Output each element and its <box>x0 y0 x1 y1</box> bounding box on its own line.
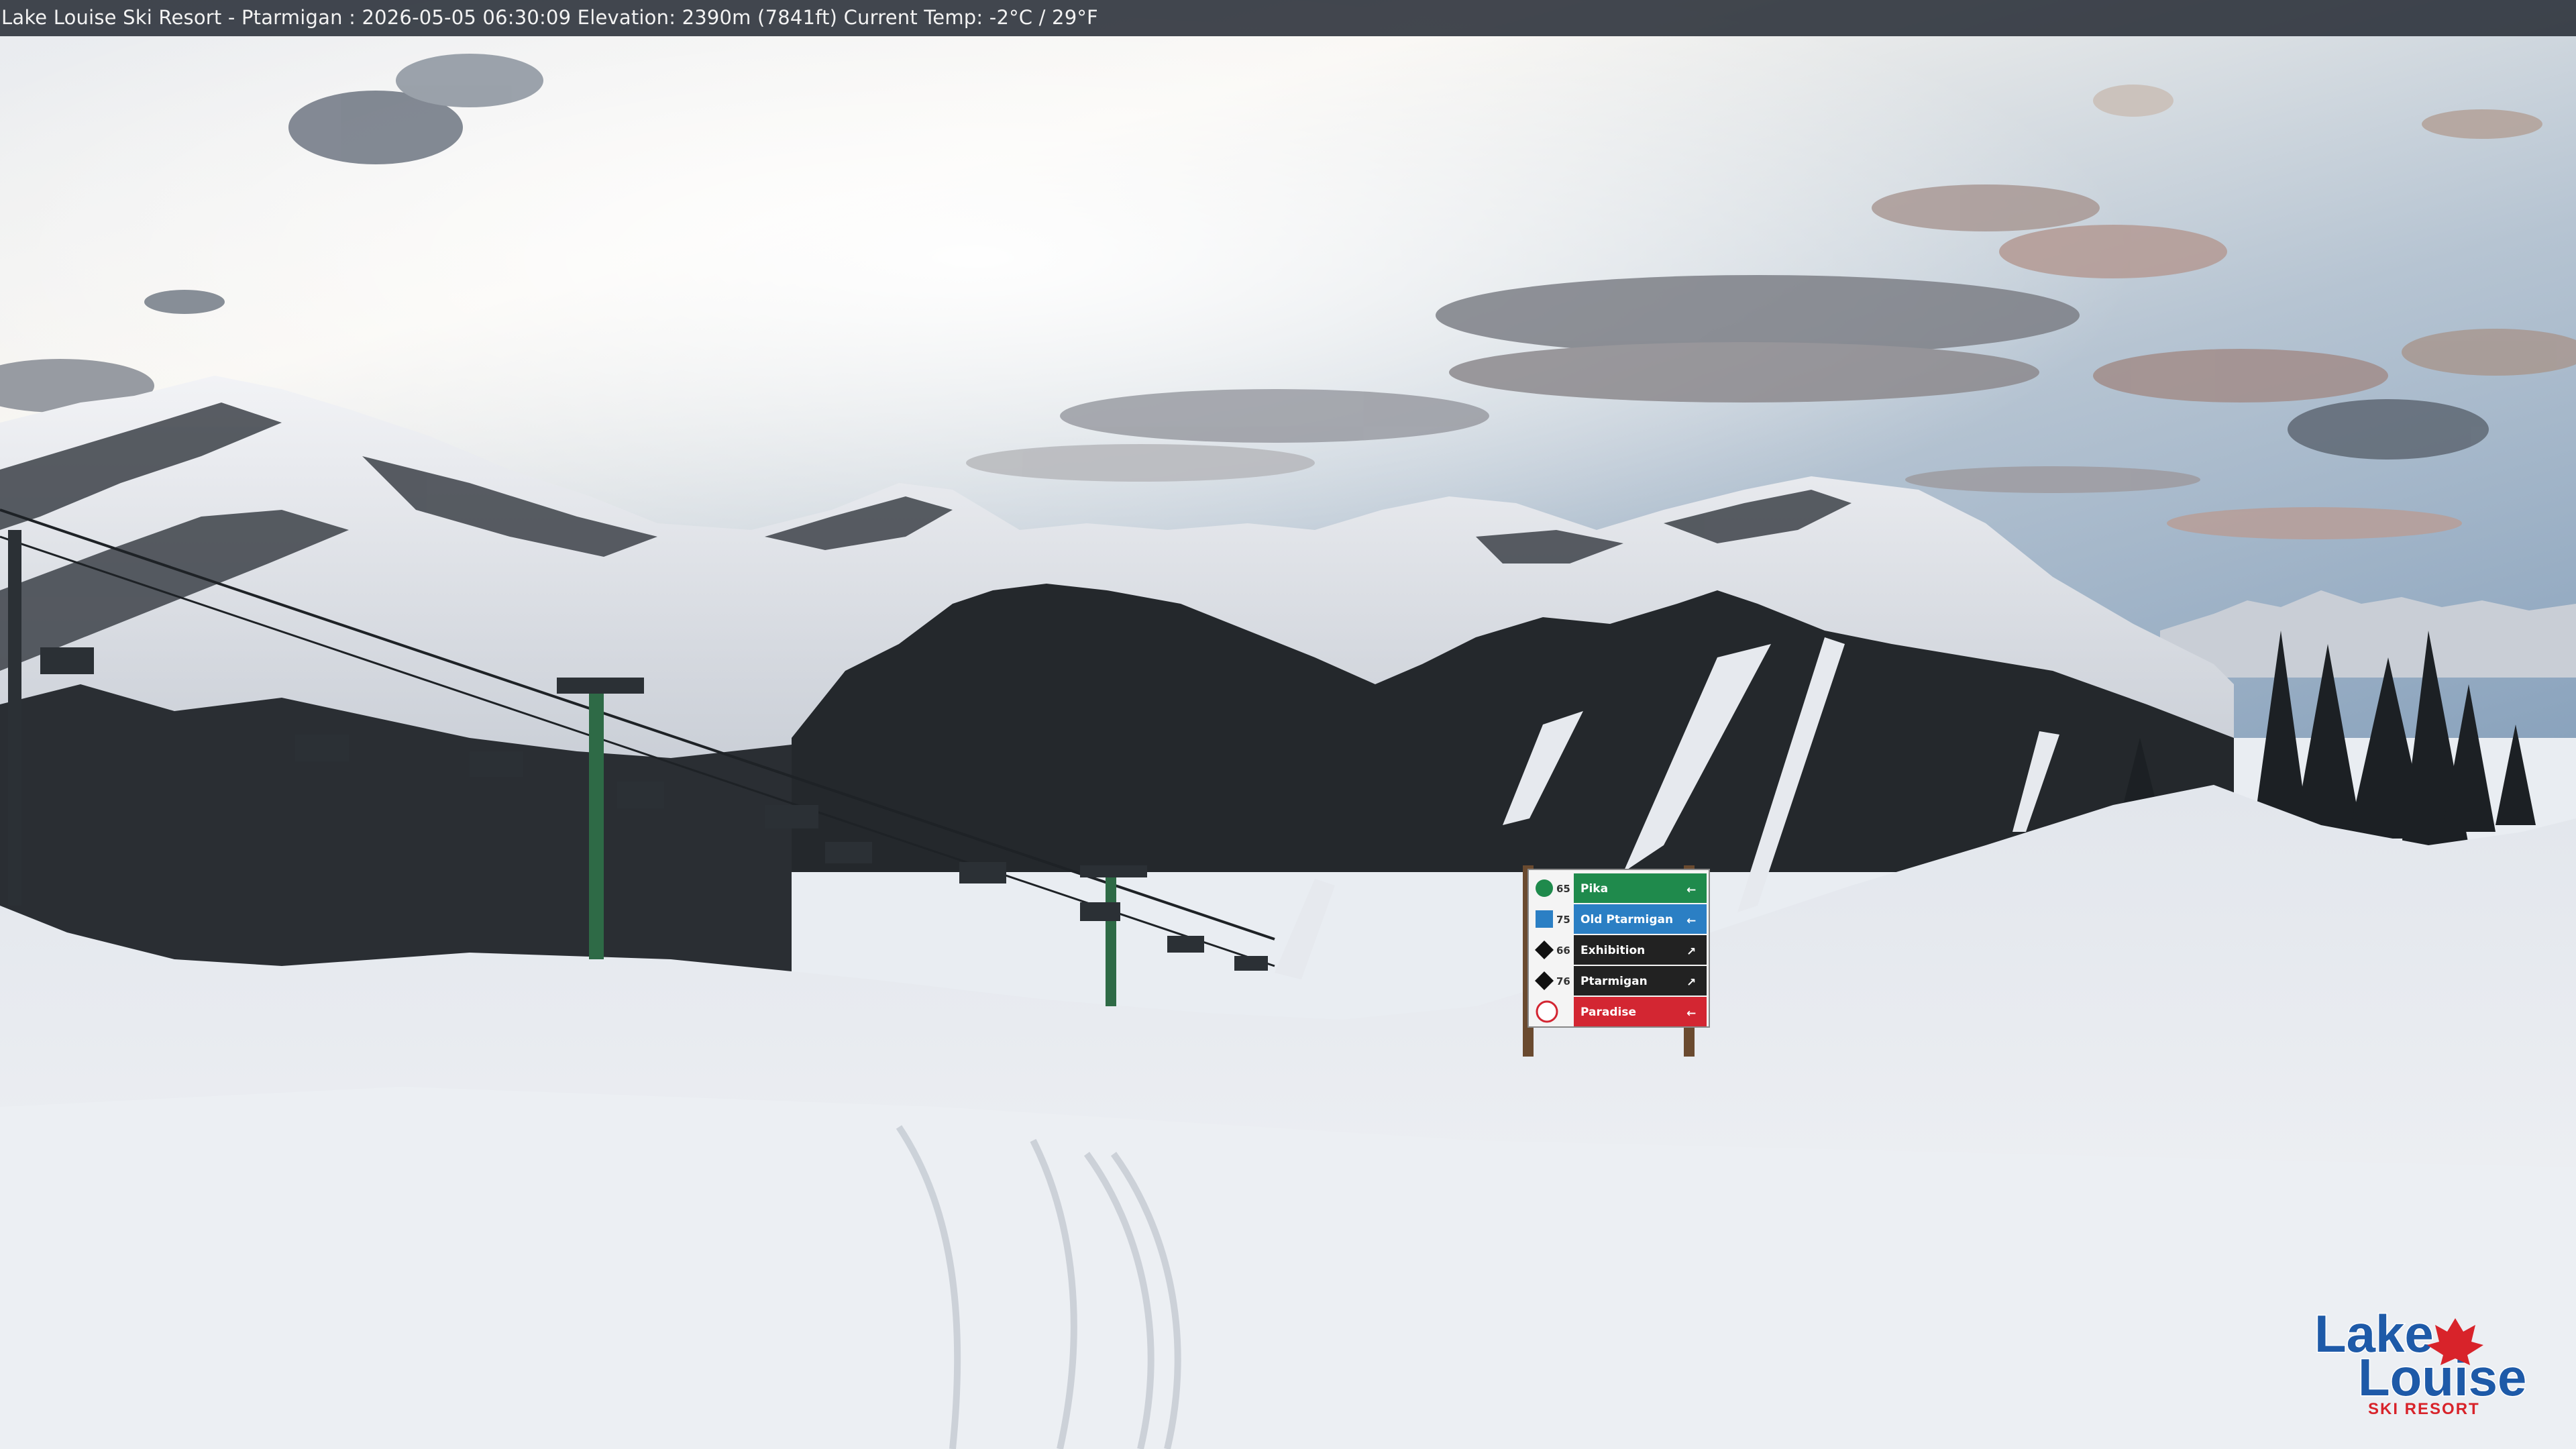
caption-bar: Lake Louise Ski Resort - Ptarmigan : 202… <box>0 0 2576 36</box>
direction-arrow-icon: ← <box>1686 1007 1696 1020</box>
chairlift-icon <box>1536 1000 1558 1023</box>
sign-row: 65 Pika ← <box>1531 873 1707 903</box>
sign-row: 76 Ptarmigan ↗ <box>1531 966 1707 996</box>
webcam-caption: Lake Louise Ski Resort - Ptarmigan : 202… <box>1 6 1098 29</box>
logo-line2: Louise <box>2358 1348 2526 1407</box>
sign-row: 66 Exhibition ↗ <box>1531 935 1707 965</box>
run-name: Old Ptarmigan <box>1580 913 1673 926</box>
run-number: 66 <box>1556 945 1570 957</box>
blue-square-icon <box>1536 910 1553 928</box>
run-name: Pika <box>1580 882 1608 896</box>
direction-arrow-icon: ← <box>1686 914 1696 928</box>
run-number: 65 <box>1556 883 1570 895</box>
webcam-image: 65 Pika ← 75 Old Ptarmigan ← 66 Exhibition ↗ 76 Pt… <box>0 0 2576 1449</box>
sign-row: 75 Old Ptarmigan ← <box>1531 904 1707 934</box>
mountain-scene: 65 Pika ← 75 Old Ptarmigan ← 66 Exhibition ↗ 76 Pt… <box>0 0 2576 1449</box>
run-name: Ptarmigan <box>1580 975 1648 988</box>
run-name: Exhibition <box>1580 944 1645 957</box>
green-circle-icon <box>1536 879 1553 897</box>
direction-arrow-icon: ← <box>1686 883 1696 897</box>
run-number: 75 <box>1556 914 1570 926</box>
run-number: 76 <box>1556 975 1570 987</box>
sign-row: Paradise ← <box>1531 997 1707 1026</box>
direction-arrow-icon: ↗ <box>1686 945 1696 959</box>
direction-arrow-icon: ↗ <box>1686 976 1696 989</box>
logo-line3: SKI RESORT <box>2368 1400 2480 1418</box>
run-name: Paradise <box>1580 1006 1636 1019</box>
